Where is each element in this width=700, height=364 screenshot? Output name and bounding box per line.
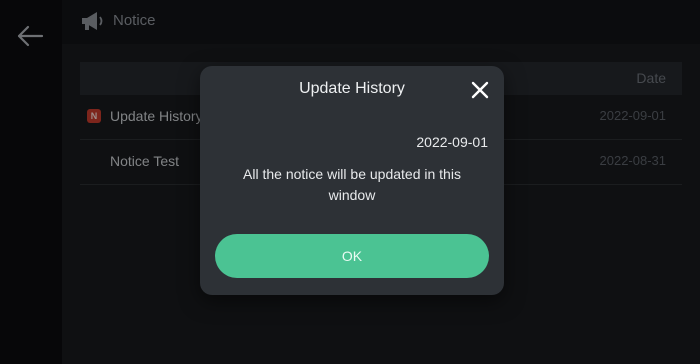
- dialog-title: Update History: [299, 80, 405, 97]
- ok-button[interactable]: OK: [215, 234, 489, 278]
- dialog-message: All the notice will be updated in this w…: [243, 166, 461, 203]
- dialog-date: 2022-09-01: [416, 134, 488, 150]
- close-button[interactable]: [468, 78, 492, 102]
- close-icon: [471, 81, 489, 99]
- update-history-dialog: Update History 2022-09-01 All the notice…: [200, 66, 504, 295]
